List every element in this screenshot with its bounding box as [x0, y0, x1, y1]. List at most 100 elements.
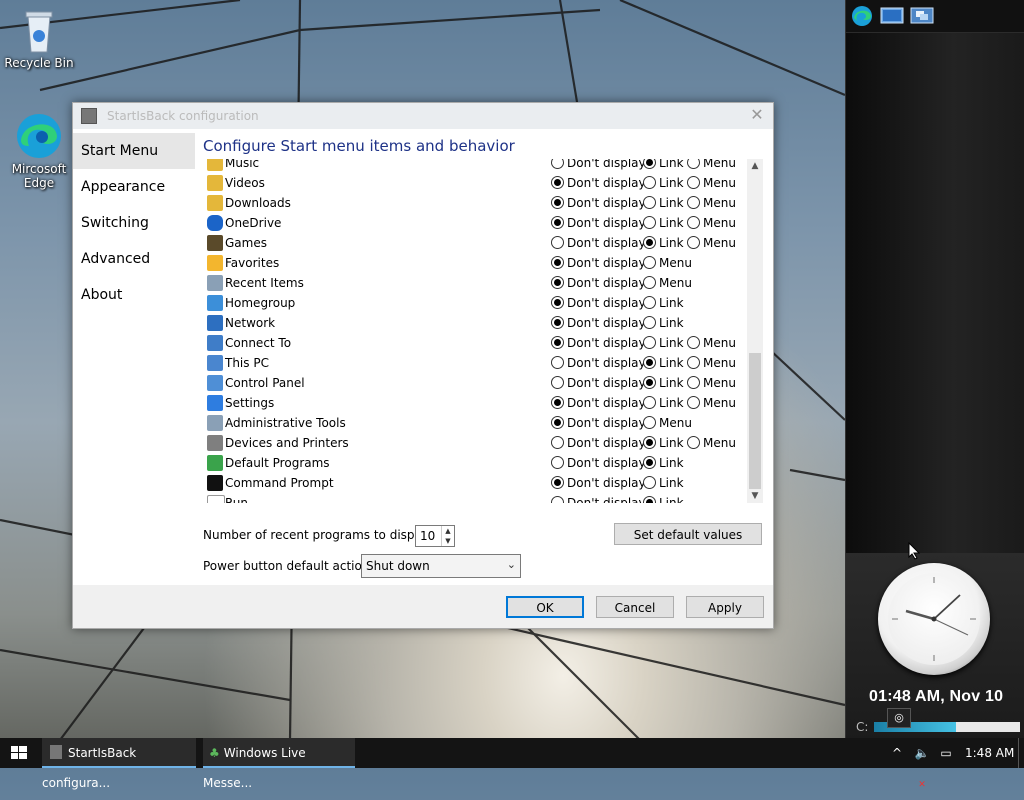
radio-dont-display[interactable]: Don't display: [551, 436, 646, 450]
radio-link[interactable]: Link: [643, 316, 684, 330]
nav-about[interactable]: About: [73, 277, 195, 313]
radio-menu[interactable]: Menu: [687, 396, 736, 410]
nav-advanced[interactable]: Advanced: [73, 241, 195, 277]
radio-menu[interactable]: Menu: [687, 236, 736, 250]
taskbar-app-messenger[interactable]: ♣ Windows Live Messe...: [203, 738, 355, 790]
radio-link[interactable]: Link: [643, 496, 684, 503]
radio-circle[interactable]: [643, 316, 656, 329]
radio-circle[interactable]: [551, 476, 564, 489]
scroll-up-arrow[interactable]: ▲: [747, 159, 763, 173]
radio-dont-display[interactable]: Don't display: [551, 276, 646, 290]
network-icon[interactable]: ▭: [937, 738, 955, 768]
show-desktop-button[interactable]: [1018, 738, 1024, 768]
radio-dont-display[interactable]: Don't display: [551, 236, 646, 250]
radio-link[interactable]: Link: [643, 476, 684, 490]
recycle-bin-shortcut[interactable]: Recycle Bin: [4, 8, 74, 70]
radio-circle[interactable]: [551, 336, 564, 349]
taskbar-clock[interactable]: 1:48 AM: [965, 738, 1014, 768]
radio-circle[interactable]: [687, 159, 700, 169]
recent-programs-spinner[interactable]: 10 ▲ ▼: [415, 525, 455, 547]
radio-circle[interactable]: [643, 376, 656, 389]
radio-circle[interactable]: [551, 496, 564, 503]
radio-circle[interactable]: [551, 376, 564, 389]
radio-menu[interactable]: Menu: [643, 276, 692, 290]
radio-circle[interactable]: [551, 296, 564, 309]
radio-dont-display[interactable]: Don't display: [551, 396, 646, 410]
radio-circle[interactable]: [643, 496, 656, 503]
vertical-scrollbar[interactable]: ▲ ▼: [747, 159, 763, 503]
radio-dont-display[interactable]: Don't display: [551, 296, 646, 310]
radio-link[interactable]: Link: [643, 376, 684, 390]
radio-link[interactable]: Link: [643, 159, 684, 170]
radio-link[interactable]: Link: [643, 196, 684, 210]
apply-button[interactable]: Apply: [686, 596, 764, 618]
radio-circle[interactable]: [643, 436, 656, 449]
radio-circle[interactable]: [687, 436, 700, 449]
radio-menu[interactable]: Menu: [687, 336, 736, 350]
radio-menu[interactable]: Menu: [687, 159, 736, 170]
set-default-values-button[interactable]: Set default values: [614, 523, 762, 545]
radio-menu[interactable]: Menu: [643, 256, 692, 270]
radio-circle[interactable]: [551, 236, 564, 249]
radio-circle[interactable]: [643, 159, 656, 169]
radio-dont-display[interactable]: Don't display: [551, 196, 646, 210]
radio-circle[interactable]: [551, 356, 564, 369]
radio-link[interactable]: Link: [643, 336, 684, 350]
nav-appearance[interactable]: Appearance: [73, 169, 195, 205]
start-button[interactable]: [0, 738, 38, 768]
radio-circle[interactable]: [551, 396, 564, 409]
spinner-arrows[interactable]: ▲ ▼: [441, 526, 454, 546]
radio-circle[interactable]: [643, 196, 656, 209]
radio-menu[interactable]: Menu: [687, 376, 736, 390]
radio-circle[interactable]: [687, 396, 700, 409]
radio-link[interactable]: Link: [643, 296, 684, 310]
radio-circle[interactable]: [551, 159, 564, 169]
radio-menu[interactable]: Menu: [687, 436, 736, 450]
radio-circle[interactable]: [687, 216, 700, 229]
radio-circle[interactable]: [643, 456, 656, 469]
close-button[interactable]: ✕: [747, 105, 767, 125]
radio-link[interactable]: Link: [643, 176, 684, 190]
radio-circle[interactable]: [643, 336, 656, 349]
radio-link[interactable]: Link: [643, 356, 684, 370]
radio-dont-display[interactable]: Don't display: [551, 496, 646, 503]
radio-menu[interactable]: Menu: [687, 196, 736, 210]
radio-menu[interactable]: Menu: [643, 416, 692, 430]
desktop-icon[interactable]: [880, 5, 904, 27]
radio-dont-display[interactable]: Don't display: [551, 456, 646, 470]
radio-link[interactable]: Link: [643, 456, 684, 470]
radio-dont-display[interactable]: Don't display: [551, 256, 646, 270]
radio-link[interactable]: Link: [643, 236, 684, 250]
radio-circle[interactable]: [643, 236, 656, 249]
radio-dont-display[interactable]: Don't display: [551, 376, 646, 390]
radio-circle[interactable]: [643, 296, 656, 309]
radio-link[interactable]: Link: [643, 436, 684, 450]
switch-windows-icon[interactable]: [910, 5, 934, 27]
radio-circle[interactable]: [687, 196, 700, 209]
cancel-button[interactable]: Cancel: [596, 596, 674, 618]
scroll-down-arrow[interactable]: ▼: [747, 489, 763, 503]
radio-dont-display[interactable]: Don't display: [551, 176, 646, 190]
radio-circle[interactable]: [687, 236, 700, 249]
radio-dont-display[interactable]: Don't display: [551, 159, 646, 170]
radio-circle[interactable]: [643, 176, 656, 189]
radio-circle[interactable]: [551, 276, 564, 289]
radio-dont-display[interactable]: Don't display: [551, 356, 646, 370]
radio-dont-display[interactable]: Don't display: [551, 316, 646, 330]
radio-circle[interactable]: [687, 176, 700, 189]
radio-circle[interactable]: [643, 416, 656, 429]
ok-button[interactable]: OK: [506, 596, 584, 618]
show-hidden-icons[interactable]: ^: [889, 738, 905, 768]
radio-circle[interactable]: [551, 256, 564, 269]
edge-shortcut[interactable]: Mircosoft Edge: [4, 112, 74, 190]
taskbar-app-startisback[interactable]: StartIsBack configura...: [42, 738, 196, 790]
radio-link[interactable]: Link: [643, 216, 684, 230]
radio-dont-display[interactable]: Don't display: [551, 216, 646, 230]
volume-muted-icon[interactable]: 🔈✕: [912, 738, 932, 790]
dialog-titlebar[interactable]: StartIsBack configuration ✕: [73, 103, 773, 129]
radio-circle[interactable]: [551, 176, 564, 189]
scroll-thumb[interactable]: [749, 353, 761, 489]
radio-circle[interactable]: [643, 276, 656, 289]
radio-menu[interactable]: Menu: [687, 176, 736, 190]
radio-circle[interactable]: [551, 316, 564, 329]
